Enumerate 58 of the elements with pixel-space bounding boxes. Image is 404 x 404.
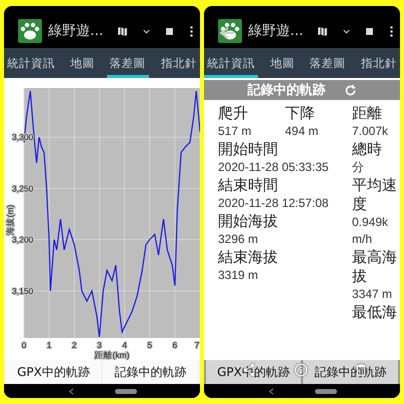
section-title: 記錄中的軌跡 (248, 82, 326, 99)
stat-label: 下降 (285, 104, 316, 123)
track-button[interactable]: GPX中的軌跡 (6, 360, 101, 384)
stat-value: 517 m (218, 123, 252, 140)
x-tick-label: 7 (194, 340, 200, 350)
stat-label: 開始海拔 (218, 212, 279, 231)
stat-label: 最低海 (352, 303, 398, 322)
stat-value: 2020-11-28 12:57:08 (218, 195, 330, 212)
stat-label: 距離 (352, 104, 383, 123)
x-axis-label: 距離(km) (94, 350, 130, 360)
y-tick-label: 3,150 (12, 286, 34, 296)
stat-value: 分 (352, 159, 365, 176)
home-pill[interactable] (314, 388, 336, 394)
stat-label: 平均速度 (352, 176, 398, 214)
stat-value: 2020-11-28 05:33:35 (218, 159, 330, 176)
stat-value: 3347 m (352, 286, 394, 303)
stat-value: 494 m (285, 123, 320, 140)
x-tick-label: 0 (22, 340, 26, 350)
y-tick-label: 3,250 (12, 183, 34, 194)
x-tick-label: 1 (46, 340, 52, 350)
tab[interactable]: 地圖 (67, 48, 98, 78)
stat-value: 0.949km/h (352, 214, 390, 248)
square-icon[interactable] (364, 26, 375, 36)
stat-value: 7.007k (352, 123, 390, 140)
refresh-icon[interactable] (344, 84, 356, 96)
home-pill[interactable] (114, 388, 136, 394)
app-title: 綠野遊... (248, 22, 304, 40)
stat-label: 最高海拔 (352, 248, 398, 286)
track-button[interactable]: 記錄中的軌跡 (103, 360, 198, 384)
y-tick-label: 3,200 (12, 234, 34, 245)
square-icon[interactable] (164, 26, 175, 36)
tab[interactable]: 落差圖 (306, 48, 349, 78)
stat-value: 3319 m (218, 267, 260, 284)
tab[interactable]: 指北針 (358, 48, 400, 78)
map-icon[interactable] (116, 24, 129, 38)
tab[interactable]: 地圖 (267, 48, 298, 78)
x-tick-label: 2 (72, 340, 77, 350)
stat-label: 開始時間 (218, 140, 279, 159)
stat-label: 結束時間 (218, 176, 279, 195)
stat-label: 爬升 (218, 104, 249, 123)
map-icon[interactable] (316, 24, 329, 38)
x-tick-label: 6 (172, 340, 178, 350)
tab[interactable]: 指北針 (158, 48, 200, 78)
y-axis-label: 海拔(m) (5, 204, 15, 236)
share-icon[interactable] (242, 363, 256, 377)
x-tick-label: 5 (147, 340, 152, 350)
info-icon[interactable] (294, 363, 308, 377)
stat-value: 3296 m (218, 231, 260, 248)
more-icon[interactable] (189, 24, 194, 38)
back-icon[interactable] (268, 388, 274, 394)
stat-label: 總時 (352, 140, 383, 159)
tab[interactable]: 統計資訊 (4, 48, 58, 78)
x-tick-label: 4 (122, 340, 127, 350)
back-icon[interactable] (68, 388, 74, 394)
more-icon[interactable] (389, 24, 394, 38)
app-title: 綠野遊... (48, 22, 104, 40)
stat-label: 結束海拔 (218, 248, 279, 267)
x-tick-label: 3 (97, 340, 102, 350)
